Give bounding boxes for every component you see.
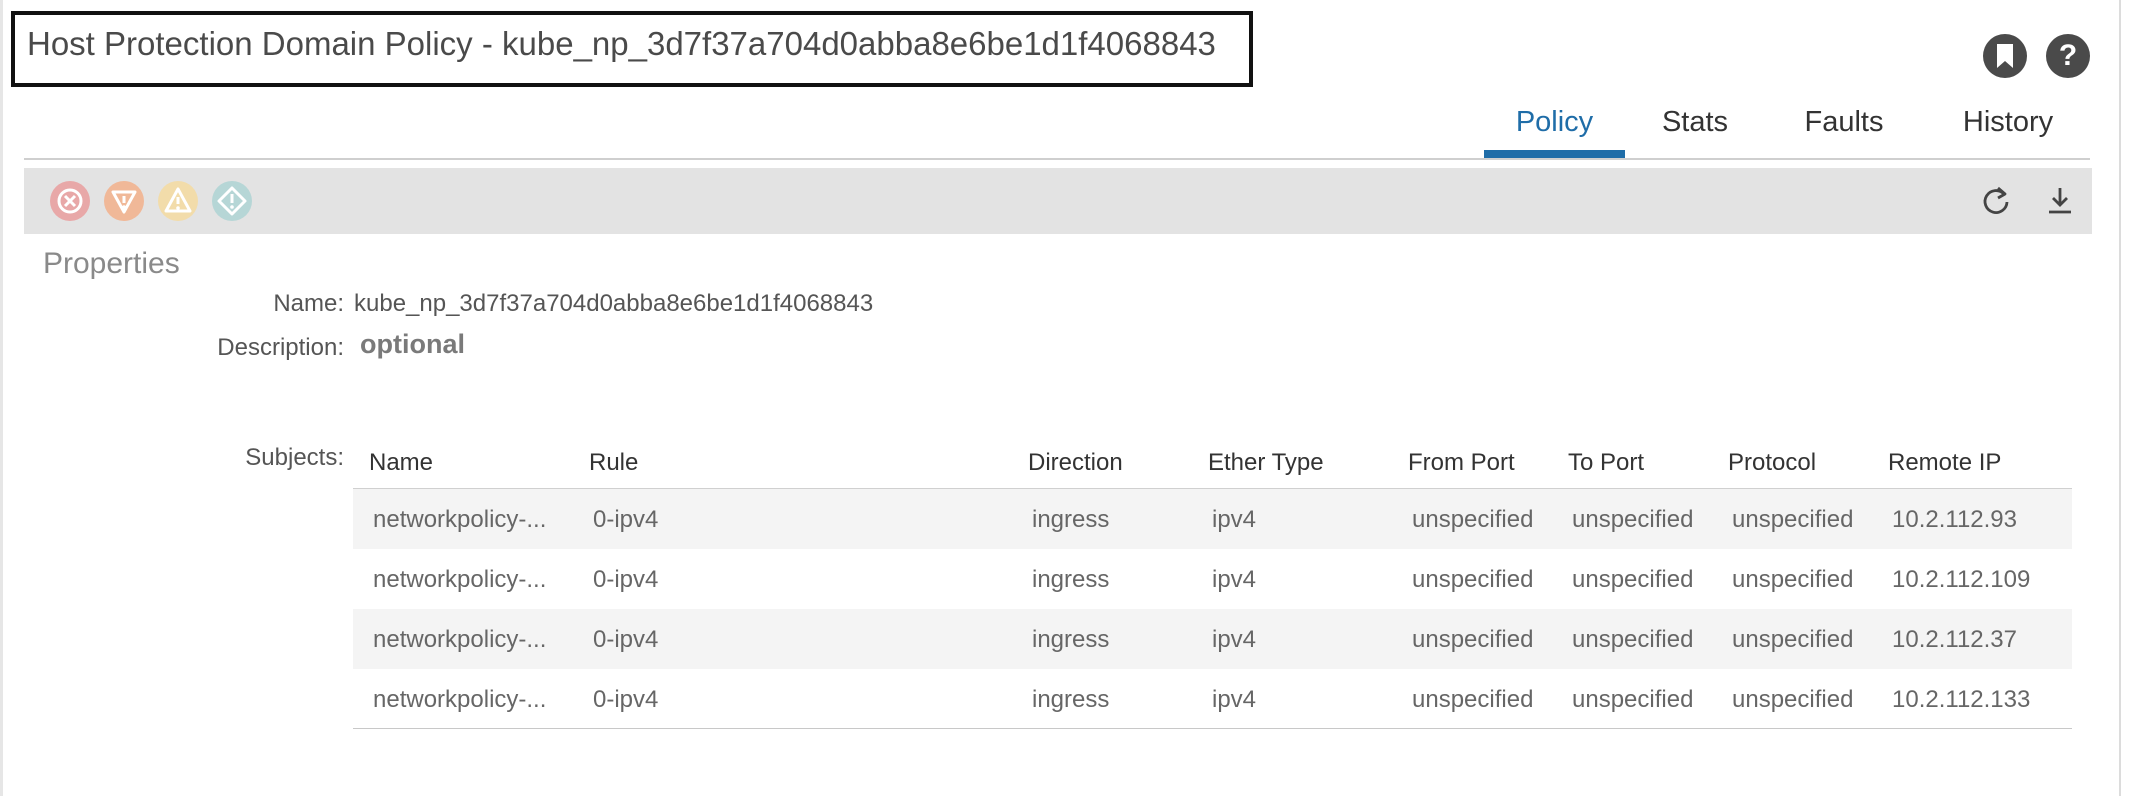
cell-ether-type: ipv4 [1212, 686, 1257, 713]
warning-fault-icon[interactable] [212, 181, 252, 221]
cell-name: networkpolicy-... [373, 686, 547, 713]
cell-to-port: unspecified [1572, 506, 1694, 533]
column-header-to-port[interactable]: To Port [1568, 449, 1644, 477]
cell-ether-type: ipv4 [1212, 506, 1257, 533]
cell-remote-ip: 10.2.112.37 [1892, 626, 2018, 653]
bookmark-icon [1997, 44, 2013, 68]
tab-faults[interactable]: Faults [1765, 96, 1923, 158]
cell-name: networkpolicy-... [373, 626, 547, 653]
cell-protocol: unspecified [1732, 566, 1854, 593]
column-header-from-port[interactable]: From Port [1408, 449, 1515, 477]
tab-history[interactable]: History [1923, 96, 2093, 158]
cell-direction: ingress [1032, 506, 1110, 533]
column-header-name[interactable]: Name [369, 449, 433, 477]
critical-fault-icon[interactable] [50, 181, 90, 221]
name-label: Name: [273, 290, 344, 317]
column-header-remote-ip[interactable]: Remote IP [1888, 449, 2001, 477]
help-button[interactable]: ? [2046, 34, 2090, 78]
cell-to-port: unspecified [1572, 686, 1694, 713]
minor-fault-icon[interactable] [158, 181, 198, 221]
page-title-box: Host Protection Domain Policy - kube_np_… [11, 11, 1253, 87]
description-field[interactable]: optional [360, 329, 465, 360]
table-header: Name Rule Direction Ether Type From Port… [353, 440, 2072, 489]
cell-remote-ip: 10.2.112.109 [1892, 566, 2031, 593]
cell-ether-type: ipv4 [1212, 566, 1257, 593]
cell-direction: ingress [1032, 626, 1110, 653]
cell-rule: 0-ipv4 [593, 506, 659, 533]
column-header-protocol[interactable]: Protocol [1728, 449, 1816, 477]
table-row[interactable]: networkpolicy-... 0-ipv4 ingress ipv4 un… [353, 609, 2072, 669]
cell-to-port: unspecified [1572, 566, 1694, 593]
cell-remote-ip: 10.2.112.93 [1892, 506, 2018, 533]
window-right-border [2119, 0, 2121, 796]
column-header-rule[interactable]: Rule [589, 449, 638, 477]
subjects-table: Name Rule Direction Ether Type From Port… [353, 440, 2072, 729]
cell-from-port: unspecified [1412, 506, 1534, 533]
cell-name: networkpolicy-... [373, 506, 547, 533]
cell-to-port: unspecified [1572, 626, 1694, 653]
subjects-label: Subjects: [245, 444, 344, 471]
cell-protocol: unspecified [1732, 506, 1854, 533]
name-value: kube_np_3d7f37a704d0abba8e6be1d1f4068843 [354, 290, 874, 317]
cell-direction: ingress [1032, 566, 1110, 593]
cell-rule: 0-ipv4 [593, 686, 659, 713]
table-row[interactable]: networkpolicy-... 0-ipv4 ingress ipv4 un… [353, 549, 2072, 609]
tab-divider [24, 158, 2090, 160]
cell-rule: 0-ipv4 [593, 626, 659, 653]
description-label: Description: [217, 334, 344, 361]
tab-bar: Policy Stats Faults History [1484, 96, 2093, 158]
tab-policy[interactable]: Policy [1484, 96, 1625, 158]
cell-name: networkpolicy-... [373, 566, 547, 593]
cell-from-port: unspecified [1412, 686, 1534, 713]
cell-from-port: unspecified [1412, 566, 1534, 593]
help-icon: ? [2058, 39, 2078, 72]
refresh-icon[interactable] [1979, 184, 2013, 218]
cell-protocol: unspecified [1732, 626, 1854, 653]
cell-remote-ip: 10.2.112.133 [1892, 686, 2031, 713]
download-icon[interactable] [2043, 184, 2077, 218]
toolbar [24, 168, 2092, 234]
column-header-ether-type[interactable]: Ether Type [1208, 449, 1324, 477]
major-fault-icon[interactable] [104, 181, 144, 221]
cell-direction: ingress [1032, 686, 1110, 713]
table-row[interactable]: networkpolicy-... 0-ipv4 ingress ipv4 un… [353, 669, 2072, 729]
cell-ether-type: ipv4 [1212, 626, 1257, 653]
tab-stats[interactable]: Stats [1625, 96, 1765, 158]
column-header-direction[interactable]: Direction [1028, 449, 1123, 477]
page-title: Host Protection Domain Policy - kube_np_… [27, 25, 1216, 62]
cell-from-port: unspecified [1412, 626, 1534, 653]
window-left-border [0, 0, 3, 796]
properties-heading: Properties [43, 247, 180, 280]
cell-rule: 0-ipv4 [593, 566, 659, 593]
table-row[interactable]: networkpolicy-... 0-ipv4 ingress ipv4 un… [353, 489, 2072, 549]
bookmark-button[interactable] [1983, 34, 2027, 78]
cell-protocol: unspecified [1732, 686, 1854, 713]
